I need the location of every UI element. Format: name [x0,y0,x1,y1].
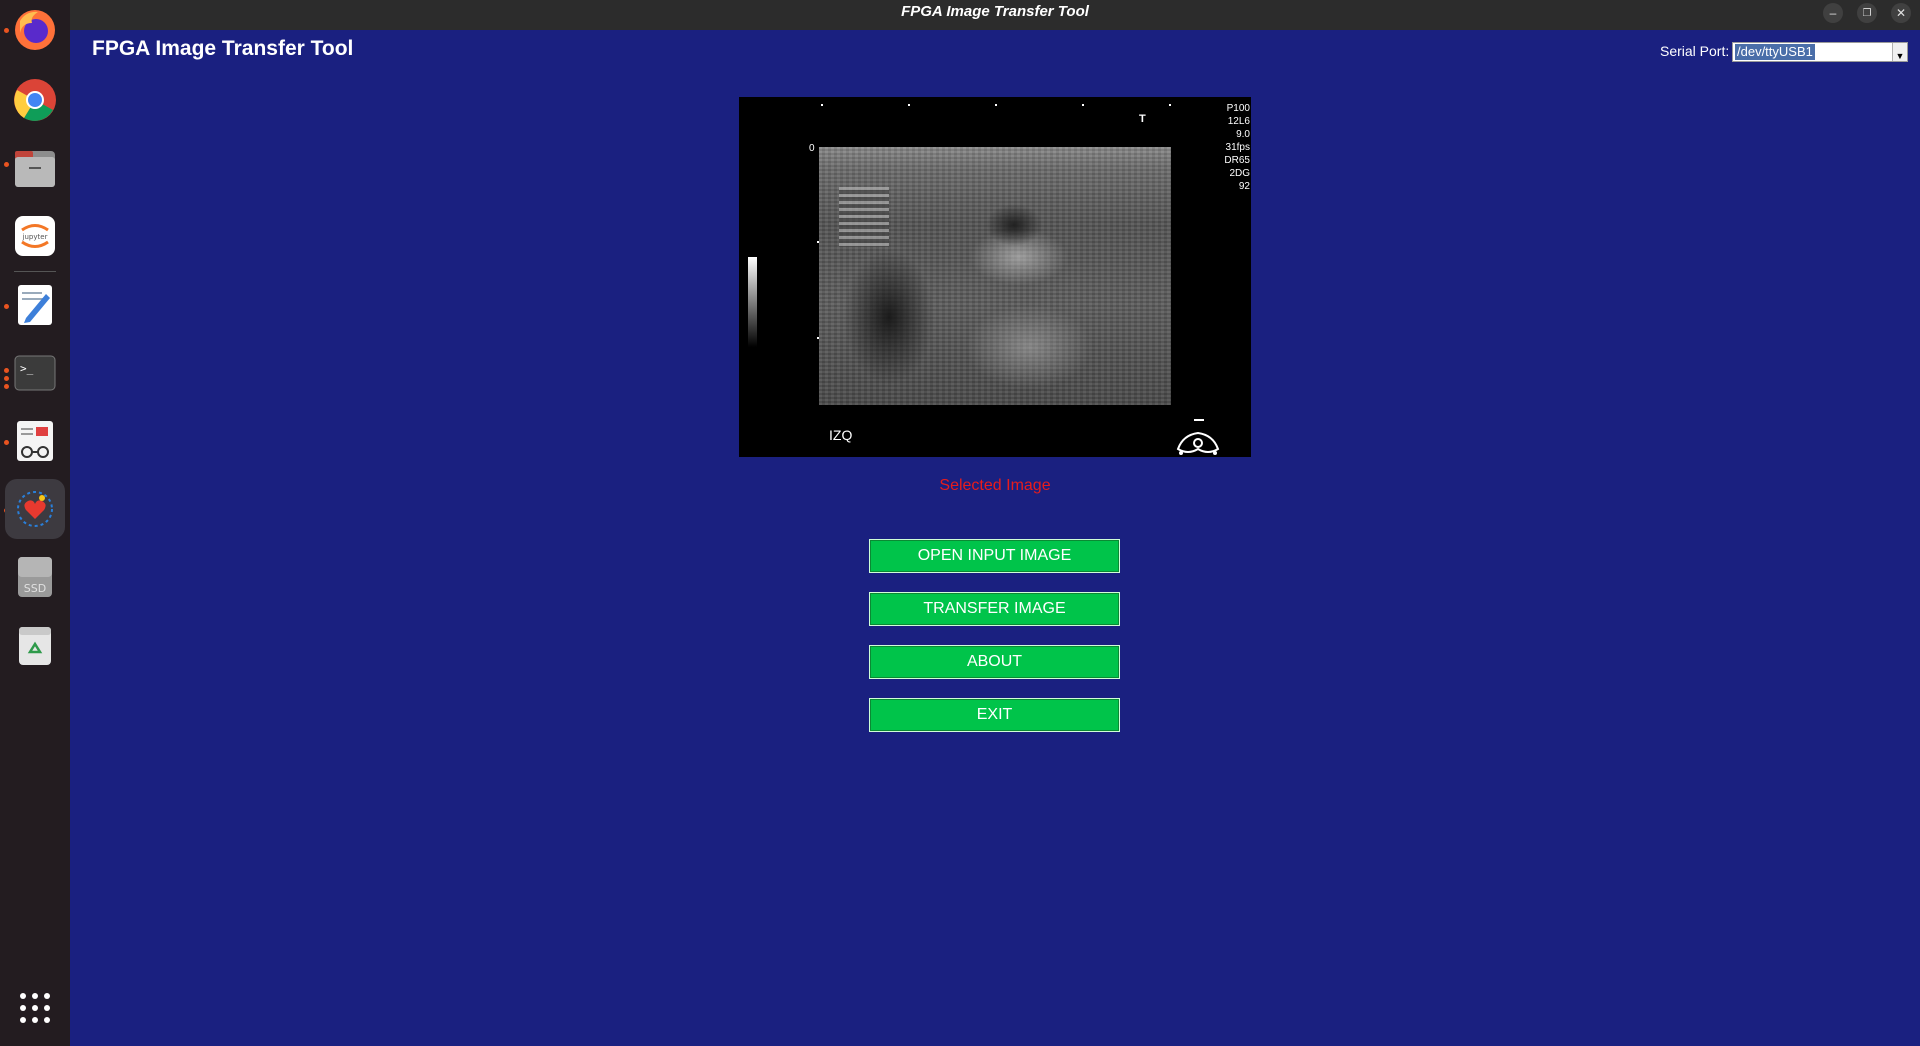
show-apps-icon[interactable] [5,978,65,1038]
serial-port-label: Serial Port: [1660,43,1730,59]
app-title: FPGA Image Transfer Tool [92,37,354,60]
param-dynamic-range: DR65 [1224,155,1250,166]
selected-image: T 0 P100 12L6 9.0 31fps DR65 2DG 92 IZQ [739,97,1251,457]
window-titlebar[interactable]: FPGA Image Transfer Tool – ❐ ✕ [70,0,1920,30]
ultrasound-scan [819,147,1171,405]
text-editor-icon[interactable] [5,275,65,335]
document-viewer-icon[interactable] [5,411,65,471]
svg-text:jupyter: jupyter [22,233,48,241]
app-icon[interactable] [5,479,65,539]
close-button[interactable]: ✕ [1891,3,1911,23]
param-transducer: 12L6 [1227,116,1250,127]
selected-image-caption: Selected Image [939,477,1051,494]
grayscale-bar [748,257,757,347]
depth-zero-label: 0 [809,143,815,154]
ssd-drive-icon[interactable]: SSD [5,547,65,607]
exit-button[interactable]: EXIT [869,698,1120,732]
maximize-button[interactable]: ❐ [1857,3,1877,23]
chrome-icon[interactable] [5,70,65,130]
maximize-icon: ❐ [1862,7,1872,19]
dock-separator [14,271,56,272]
open-input-image-button[interactable]: OPEN INPUT IMAGE [869,539,1120,573]
serial-port-select[interactable]: /dev/ttyUSB1 ▼ [1732,42,1908,62]
transfer-image-button[interactable]: TRANSFER IMAGE [869,592,1120,626]
body-marker-icon [1176,419,1220,455]
scale-tick [1082,104,1084,106]
side-label: IZQ [829,427,853,443]
files-icon[interactable] [5,138,65,198]
jupyter-icon[interactable]: jupyter [5,206,65,266]
minimize-button[interactable]: – [1823,3,1843,23]
scale-tick [995,104,997,106]
minimize-icon: – [1829,6,1837,20]
param-frequency: 9.0 [1236,129,1250,140]
terminal-icon[interactable]: >_ [5,343,65,403]
scale-tick [908,104,910,106]
window-title: FPGA Image Transfer Tool [901,3,1089,20]
scale-tick [1169,104,1171,106]
param-framerate: 31fps [1225,142,1250,153]
firefox-icon[interactable] [5,0,65,60]
scan-parameters: P100 12L6 9.0 31fps DR65 2DG 92 [1224,102,1250,193]
about-button[interactable]: ABOUT [869,645,1120,679]
svg-text:SSD: SSD [24,582,46,595]
serial-port-value[interactable]: /dev/ttyUSB1 [1734,43,1816,61]
close-icon: ✕ [1895,6,1907,20]
param-gain: 92 [1238,181,1250,192]
param-probe: P100 [1226,103,1250,114]
trash-icon[interactable] [5,615,65,675]
dropdown-arrow-icon[interactable]: ▼ [1892,43,1907,61]
scan-texture [839,187,889,247]
focus-marker: T [1139,113,1146,125]
param-mode: 2DG [1229,168,1250,179]
scale-tick [821,104,823,106]
dock: jupyter >_ SSD [0,0,70,1046]
svg-text:>_: >_ [20,362,34,375]
